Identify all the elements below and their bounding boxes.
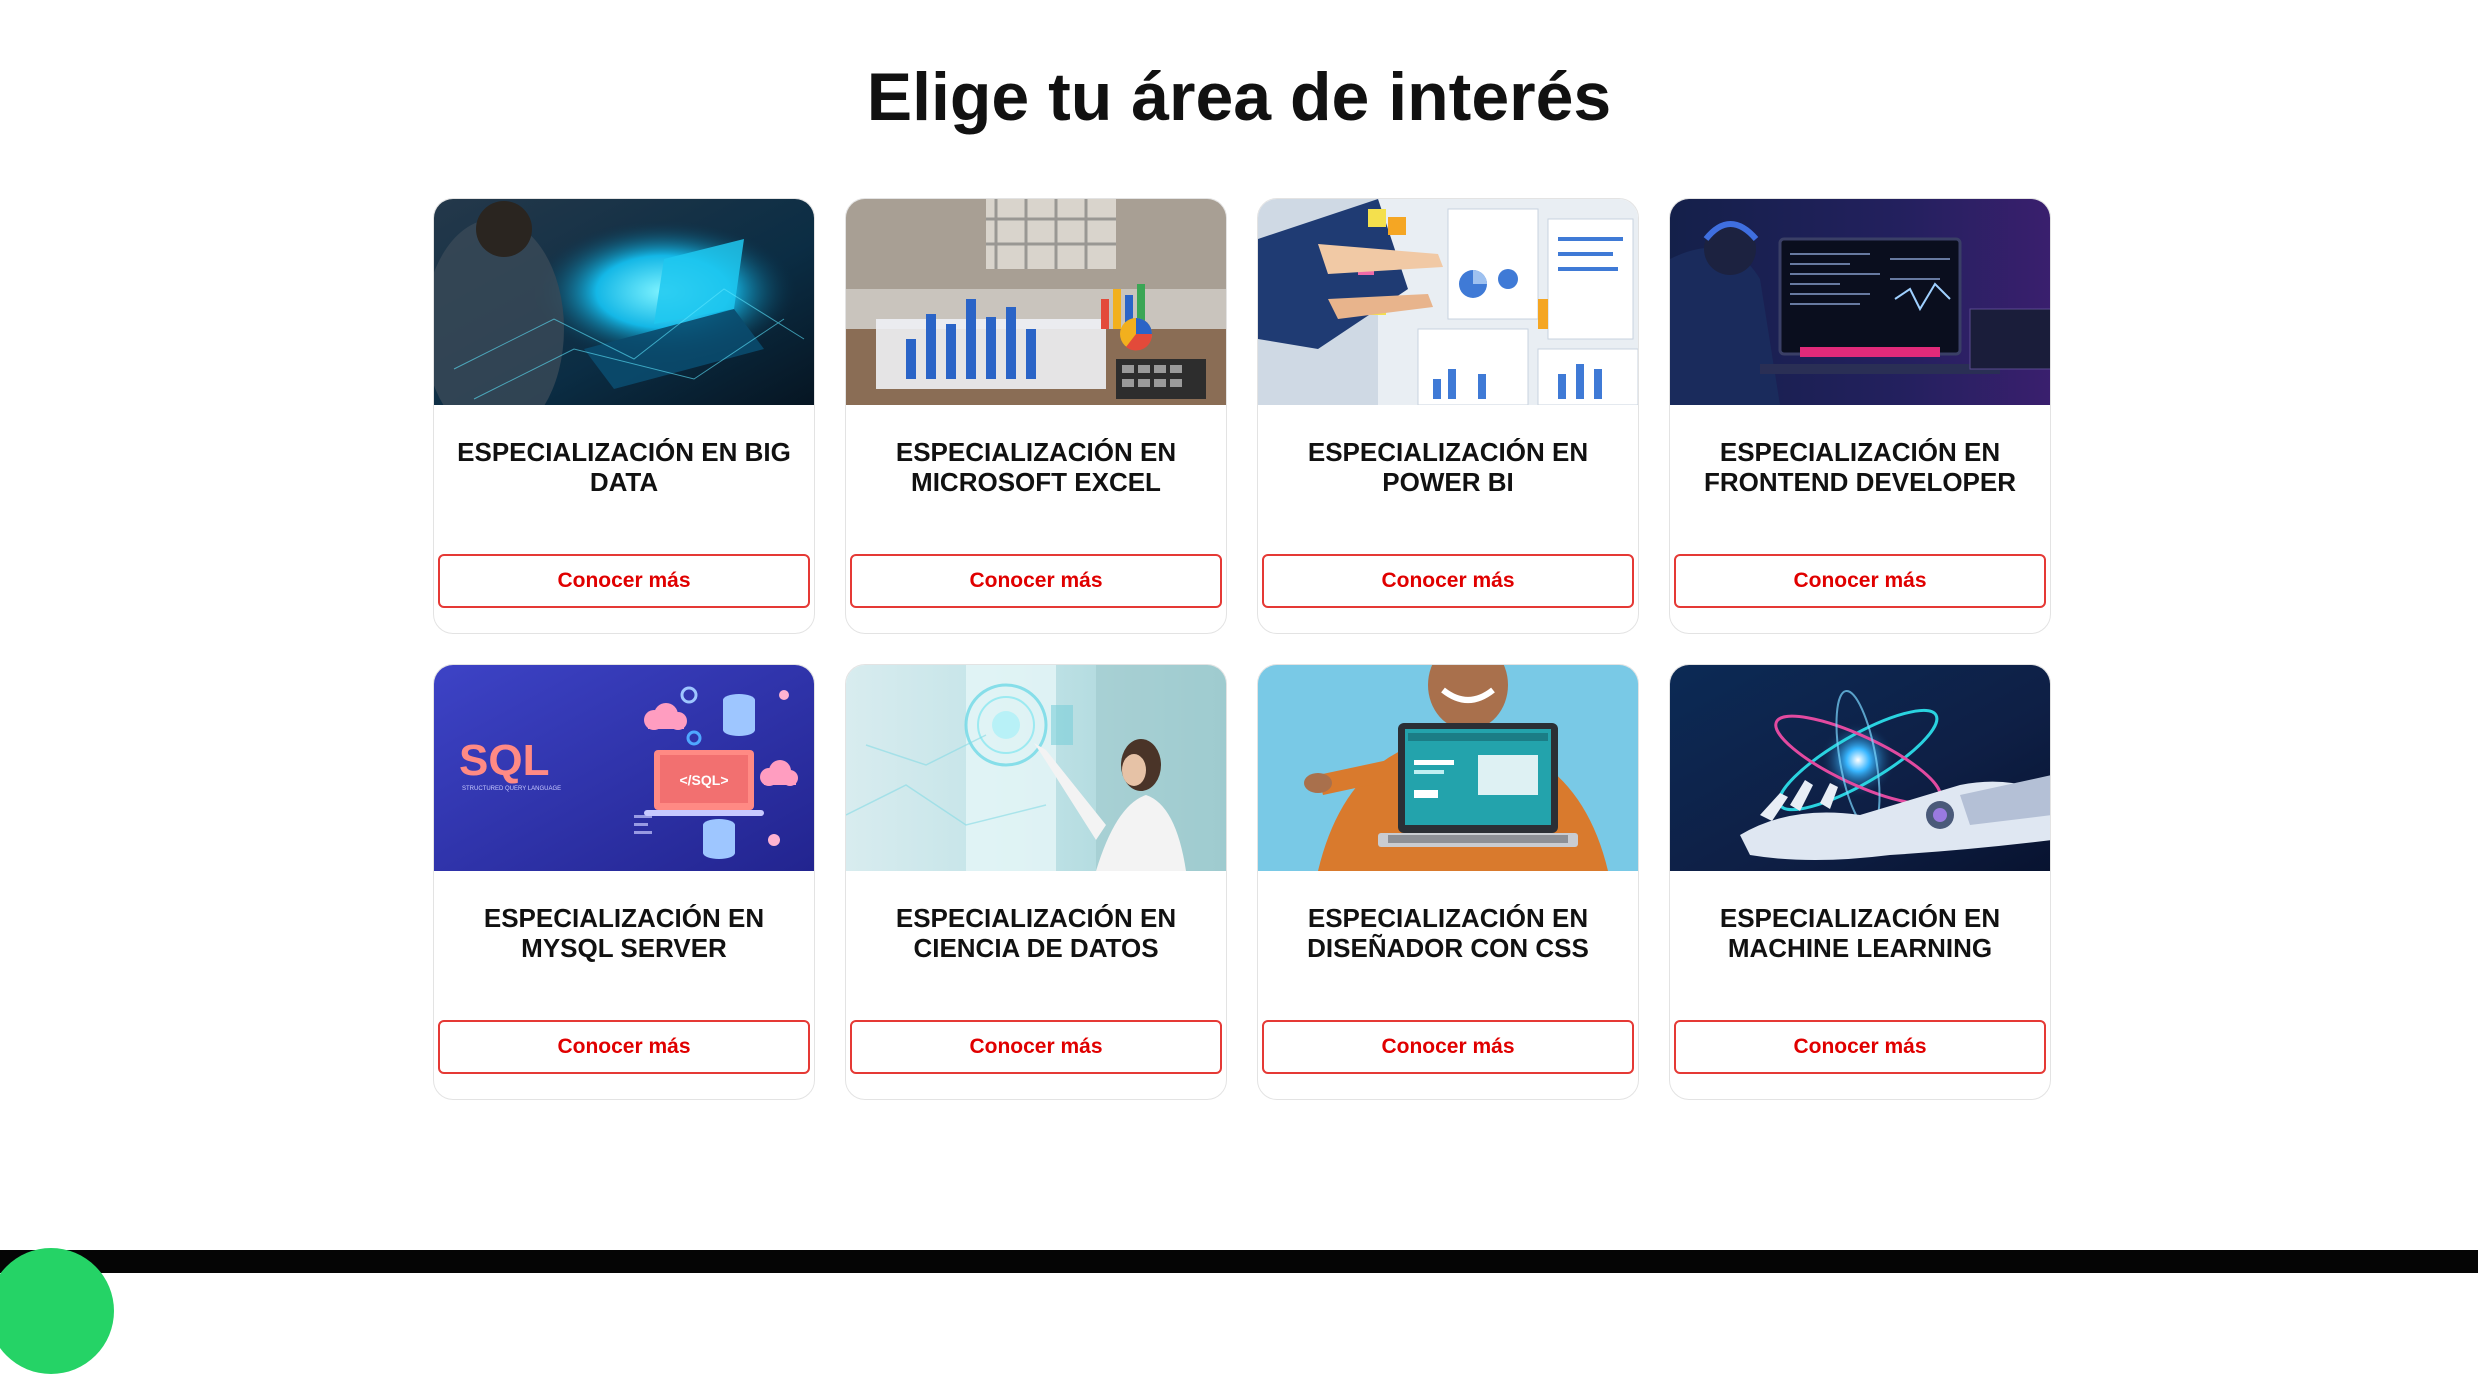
footer-bar [0,1250,2478,1273]
course-title: ESPECIALIZACIÓN EN BIG DATA [457,437,791,497]
course-title: ESPECIALIZACIÓN EN MYSQL SERVER [483,903,765,963]
course-image-css [1258,665,1638,871]
conocer-mas-button[interactable]: Conocer más [438,1020,810,1074]
course-image-ciencia-datos [846,665,1226,871]
course-image-machine-learning [1670,665,2050,871]
whatsapp-icon[interactable] [0,1248,114,1374]
course-card: SQL STRUCTURED QUERY LANGUAGE </SQL> ESP… [433,664,815,1100]
course-title: ESPECIALIZACIÓN EN MICROSOFT EXCEL [895,437,1177,497]
course-title: ESPECIALIZACIÓN EN CIENCIA DE DATOS [895,903,1177,963]
sql-tag-text: </SQL> [679,772,728,788]
conocer-mas-button[interactable]: Conocer más [1262,1020,1634,1074]
course-card: ESPECIALIZACIÓN EN CIENCIA DE DATOS Cono… [845,664,1227,1100]
conocer-mas-button[interactable]: Conocer más [1674,554,2046,608]
course-title: ESPECIALIZACIÓN EN POWER BI [1307,437,1589,497]
sql-subtitle-text: STRUCTURED QUERY LANGUAGE [462,786,561,792]
conocer-mas-button[interactable]: Conocer más [850,1020,1222,1074]
course-image-frontend [1670,199,2050,405]
course-card: ESPECIALIZACIÓN EN POWER BI Conocer más [1257,198,1639,634]
course-card: ESPECIALIZACIÓN EN FRONTEND DEVELOPER Co… [1669,198,2051,634]
conocer-mas-button[interactable]: Conocer más [438,554,810,608]
page-title: Elige tu área de interés [866,59,1612,135]
sql-logo-text: SQL [459,736,549,785]
conocer-mas-button[interactable]: Conocer más [1674,1020,2046,1074]
conocer-mas-button[interactable]: Conocer más [1262,554,1634,608]
course-image-mysql: SQL STRUCTURED QUERY LANGUAGE </SQL> [434,665,814,871]
course-card: ESPECIALIZACIÓN EN MICROSOFT EXCEL Conoc… [845,198,1227,634]
course-image-power-bi [1258,199,1638,405]
course-image-excel [846,199,1226,405]
course-card: ESPECIALIZACIÓN EN BIG DATA Conocer más [433,198,815,634]
course-image-big-data [434,199,814,405]
course-title: ESPECIALIZACIÓN EN MACHINE LEARNING [1719,903,2001,963]
course-title: ESPECIALIZACIÓN EN FRONTEND DEVELOPER [1703,437,2017,497]
course-grid: ESPECIALIZACIÓN EN BIG DATA Conocer más [433,198,2051,1100]
course-card: ESPECIALIZACIÓN EN MACHINE LEARNING Cono… [1669,664,2051,1100]
course-card: ESPECIALIZACIÓN EN DISEÑADOR CON CSS Con… [1257,664,1639,1100]
conocer-mas-button[interactable]: Conocer más [850,554,1222,608]
course-title: ESPECIALIZACIÓN EN DISEÑADOR CON CSS [1307,903,1589,963]
